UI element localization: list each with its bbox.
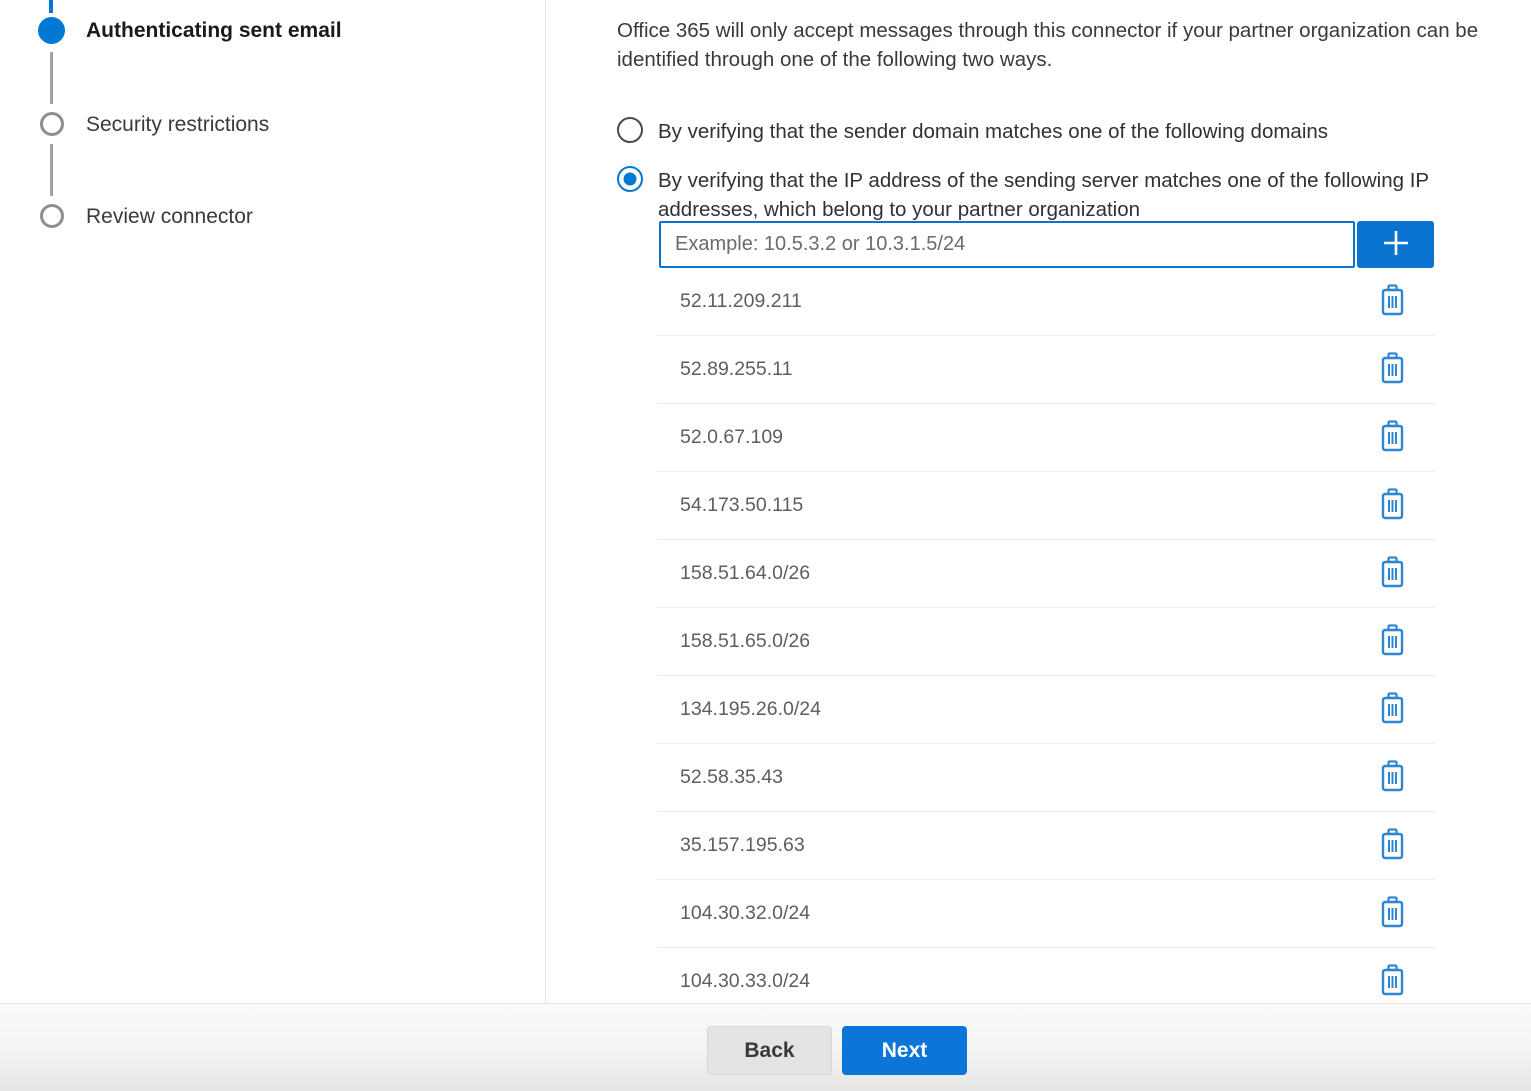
ip-row: 158.51.65.0/26 <box>657 608 1435 676</box>
ip-list: 52.11.209.211 52.89.255.11 <box>657 268 1435 1003</box>
ip-row: 52.11.209.211 <box>657 268 1435 336</box>
ip-row: 134.195.26.0/24 <box>657 676 1435 744</box>
add-ip-button[interactable] <box>1357 221 1434 268</box>
ip-value: 158.51.65.0/26 <box>657 630 1375 653</box>
ip-value: 52.0.67.109 <box>657 426 1375 449</box>
wizard-body: Authenticating sent email Security restr… <box>0 0 1531 1003</box>
option-sender-domain[interactable]: By verifying that the sender domain matc… <box>617 117 1328 146</box>
wizard-stepper-panel: Authenticating sent email Security restr… <box>0 0 546 1003</box>
delete-ip-button[interactable] <box>1375 487 1409 525</box>
ip-value: 52.89.255.11 <box>657 358 1375 381</box>
delete-ip-button[interactable] <box>1375 555 1409 593</box>
ip-row: 52.58.35.43 <box>657 744 1435 812</box>
radio-selected[interactable] <box>617 166 643 192</box>
ip-value: 52.11.209.211 <box>657 290 1375 313</box>
wizard-footer: Back Next <box>0 1003 1531 1091</box>
ip-value: 104.30.32.0/24 <box>657 902 1375 925</box>
radio-label: By verifying that the IP address of the … <box>658 166 1488 224</box>
wizard-content-panel: Office 365 will only accept messages thr… <box>546 0 1531 1003</box>
stepper-connector-top <box>49 0 53 13</box>
delete-ip-button[interactable] <box>1375 623 1409 661</box>
trash-icon <box>1379 828 1406 863</box>
delete-ip-button[interactable] <box>1375 691 1409 729</box>
option-ip-address[interactable]: By verifying that the IP address of the … <box>617 166 1488 224</box>
trash-icon <box>1379 284 1406 319</box>
trash-icon <box>1379 488 1406 523</box>
step-label: Authenticating sent email <box>86 19 342 43</box>
trash-icon <box>1379 760 1406 795</box>
trash-icon <box>1379 692 1406 727</box>
delete-ip-button[interactable] <box>1375 963 1409 1001</box>
ip-value: 134.195.26.0/24 <box>657 698 1375 721</box>
next-button[interactable]: Next <box>842 1026 967 1075</box>
trash-icon <box>1379 556 1406 591</box>
plus-icon <box>1380 227 1412 262</box>
trash-icon <box>1379 964 1406 999</box>
delete-ip-button[interactable] <box>1375 827 1409 865</box>
ip-value: 52.58.35.43 <box>657 766 1375 789</box>
radio-label: By verifying that the sender domain matc… <box>658 117 1328 146</box>
delete-ip-button[interactable] <box>1375 351 1409 389</box>
ip-row: 104.30.32.0/24 <box>657 880 1435 948</box>
step-upcoming-dot <box>40 112 64 136</box>
stepper-connector <box>50 144 53 196</box>
ip-address-input[interactable] <box>659 221 1355 268</box>
ip-row: 52.89.255.11 <box>657 336 1435 404</box>
back-button[interactable]: Back <box>707 1026 832 1075</box>
trash-icon <box>1379 352 1406 387</box>
ip-row: 104.30.33.0/24 <box>657 948 1435 1003</box>
ip-value: 104.30.33.0/24 <box>657 970 1375 993</box>
ip-value: 35.157.195.63 <box>657 834 1375 857</box>
ip-row: 52.0.67.109 <box>657 404 1435 472</box>
ip-row: 35.157.195.63 <box>657 812 1435 880</box>
ip-entry-row <box>659 221 1434 268</box>
ip-row: 54.173.50.115 <box>657 472 1435 540</box>
intro-text: Office 365 will only accept messages thr… <box>617 16 1531 74</box>
trash-icon <box>1379 896 1406 931</box>
step-upcoming-dot <box>40 204 64 228</box>
ip-row: 158.51.64.0/26 <box>657 540 1435 608</box>
delete-ip-button[interactable] <box>1375 283 1409 321</box>
radio-unselected[interactable] <box>617 117 643 143</box>
ip-value: 54.173.50.115 <box>657 494 1375 517</box>
trash-icon <box>1379 420 1406 455</box>
ip-value: 158.51.64.0/26 <box>657 562 1375 585</box>
step-label: Security restrictions <box>86 113 269 137</box>
stepper-connector <box>50 52 53 104</box>
step-label: Review connector <box>86 205 253 229</box>
delete-ip-button[interactable] <box>1375 419 1409 457</box>
step-active-dot <box>38 17 65 44</box>
delete-ip-button[interactable] <box>1375 895 1409 933</box>
trash-icon <box>1379 624 1406 659</box>
delete-ip-button[interactable] <box>1375 759 1409 797</box>
